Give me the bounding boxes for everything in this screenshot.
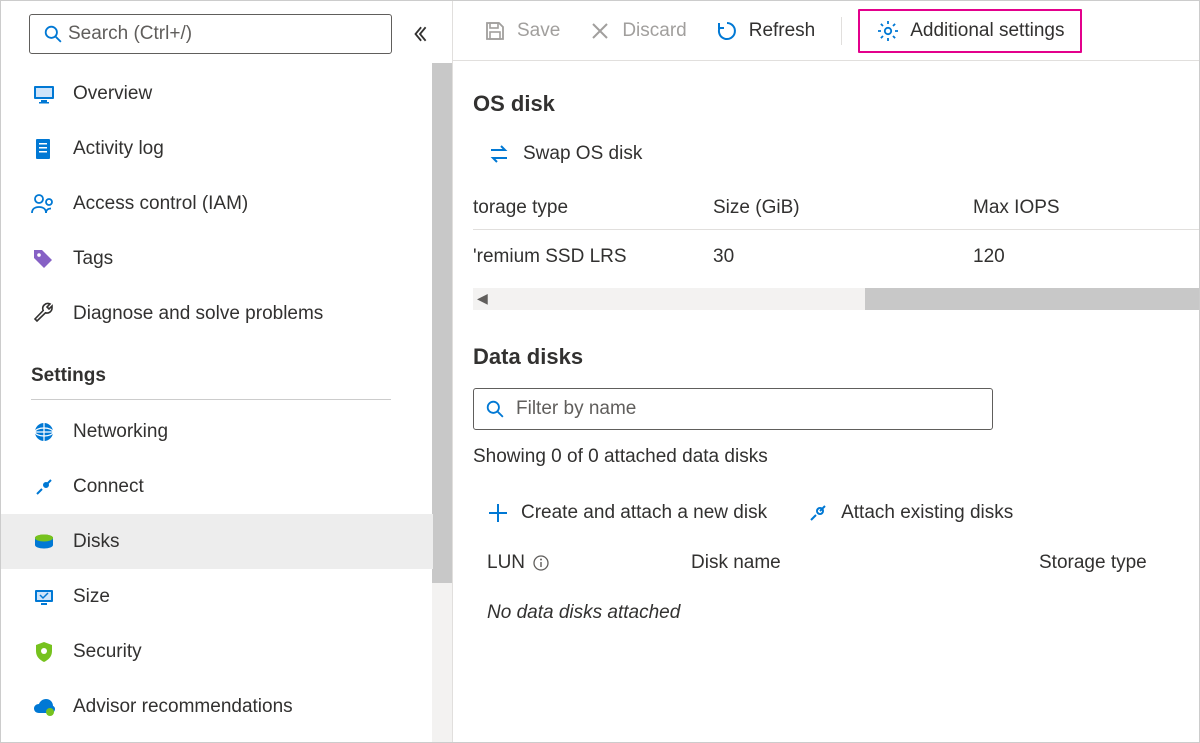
refresh-button[interactable]: Refresh	[705, 13, 826, 49]
sidebar-item-label: Advisor recommendations	[73, 696, 293, 718]
col-storage-type[interactable]: torage type	[473, 187, 713, 230]
col-max-iops[interactable]: Max IOPS	[973, 187, 1199, 230]
cell-size: 30	[713, 230, 973, 284]
col-lun[interactable]: LUN	[487, 552, 525, 574]
sidebar-item-label: Connect	[73, 476, 144, 498]
col-storage-type-dd[interactable]: Storage type	[1039, 552, 1147, 573]
create-attach-label: Create and attach a new disk	[521, 502, 767, 524]
main-pane: Save Discard Refresh Ad	[453, 1, 1199, 742]
showing-count: Showing 0 of 0 attached data disks	[473, 446, 1199, 468]
size-icon	[31, 584, 57, 610]
plus-icon	[487, 502, 509, 524]
sidebar-scrollbar-thumb[interactable]	[432, 63, 452, 583]
swap-os-disk-label: Swap OS disk	[523, 143, 642, 165]
sidebar-item-diagnose[interactable]: Diagnose and solve problems	[1, 286, 433, 341]
people-icon	[31, 191, 57, 217]
gear-icon	[876, 19, 900, 43]
divider	[31, 399, 391, 400]
sidebar-item-label: Disks	[73, 531, 119, 553]
disks-icon	[31, 529, 57, 555]
shield-icon	[31, 639, 57, 665]
discard-label: Discard	[622, 20, 686, 42]
scroll-left-icon: ◀	[477, 290, 488, 307]
cell-storage-type: 'remium SSD LRS	[473, 230, 713, 284]
filter-by-name[interactable]	[473, 388, 993, 430]
data-disks-heading: Data disks	[473, 344, 1199, 370]
col-size[interactable]: Size (GiB)	[713, 187, 973, 230]
cell-max-iops: 120	[973, 230, 1199, 284]
filter-input[interactable]	[514, 397, 980, 421]
discard-icon	[588, 19, 612, 43]
connect-icon	[31, 474, 57, 500]
os-disk-hscroll[interactable]: ◀	[473, 288, 1199, 310]
toolbar-separator	[841, 17, 842, 45]
swap-os-disk-button[interactable]: Swap OS disk	[473, 135, 1199, 187]
collapse-sidebar-button[interactable]	[404, 18, 436, 50]
wrench-icon	[31, 301, 57, 327]
sidebar-item-label: Size	[73, 586, 110, 608]
sidebar-item-tags[interactable]: Tags	[1, 231, 433, 286]
monitor-icon	[31, 81, 57, 107]
sidebar-search[interactable]	[29, 14, 392, 54]
attach-existing-disks-button[interactable]: Attach existing disks	[807, 502, 1013, 524]
create-attach-disk-button[interactable]: Create and attach a new disk	[487, 502, 767, 524]
toolbar: Save Discard Refresh Ad	[453, 1, 1199, 61]
sidebar-item-label: Security	[73, 641, 142, 663]
globe-icon	[31, 419, 57, 445]
swap-icon	[487, 143, 511, 165]
hscroll-thumb[interactable]	[865, 288, 1199, 310]
sidebar-item-activity-log[interactable]: Activity log	[1, 121, 433, 176]
advisor-icon	[31, 694, 57, 720]
os-disk-heading: OS disk	[473, 91, 1199, 117]
os-disk-table: torage type Size (GiB) Max IOPS 'remium …	[473, 187, 1199, 284]
sidebar-item-networking[interactable]: Networking	[1, 404, 433, 459]
sidebar-item-label: Tags	[73, 248, 113, 270]
additional-settings-button[interactable]: Additional settings	[866, 13, 1074, 49]
info-icon[interactable]	[533, 555, 549, 571]
search-icon	[40, 21, 66, 47]
sidebar-section-settings: Settings	[1, 341, 433, 395]
save-label: Save	[517, 20, 560, 42]
data-disks-columns: LUN Disk name Storage type	[473, 552, 1199, 574]
sidebar-item-size[interactable]: Size	[1, 569, 433, 624]
sidebar-item-connect[interactable]: Connect	[1, 459, 433, 514]
sidebar-item-label: Activity log	[73, 138, 164, 160]
attach-existing-label: Attach existing disks	[841, 502, 1013, 524]
sidebar-search-input[interactable]	[66, 22, 381, 46]
sidebar: Overview Activity log Access control (IA…	[1, 1, 453, 742]
save-icon	[483, 19, 507, 43]
sidebar-item-security[interactable]: Security	[1, 624, 433, 679]
content-area: OS disk Swap OS disk torage type Size (G…	[453, 61, 1199, 742]
save-button[interactable]: Save	[473, 13, 570, 49]
filter-search-icon	[486, 400, 504, 418]
refresh-icon	[715, 19, 739, 43]
col-disk-name[interactable]: Disk name	[691, 552, 781, 573]
sidebar-item-label: Overview	[73, 83, 152, 105]
tag-icon	[31, 246, 57, 272]
sidebar-nav: Overview Activity log Access control (IA…	[1, 66, 433, 742]
additional-settings-label: Additional settings	[910, 20, 1064, 42]
sidebar-item-label: Access control (IAM)	[73, 193, 248, 215]
log-icon	[31, 136, 57, 162]
sidebar-item-label: Networking	[73, 421, 168, 443]
sidebar-item-access-control[interactable]: Access control (IAM)	[1, 176, 433, 231]
sidebar-item-disks[interactable]: Disks	[1, 514, 433, 569]
refresh-label: Refresh	[749, 20, 816, 42]
discard-button[interactable]: Discard	[578, 13, 696, 49]
no-disks-message: No data disks attached	[473, 574, 1199, 624]
sidebar-item-advisor[interactable]: Advisor recommendations	[1, 679, 433, 734]
sidebar-item-overview[interactable]: Overview	[1, 66, 433, 121]
sidebar-item-label: Diagnose and solve problems	[73, 303, 323, 325]
additional-settings-highlight: Additional settings	[858, 9, 1082, 53]
attach-icon	[807, 502, 829, 524]
